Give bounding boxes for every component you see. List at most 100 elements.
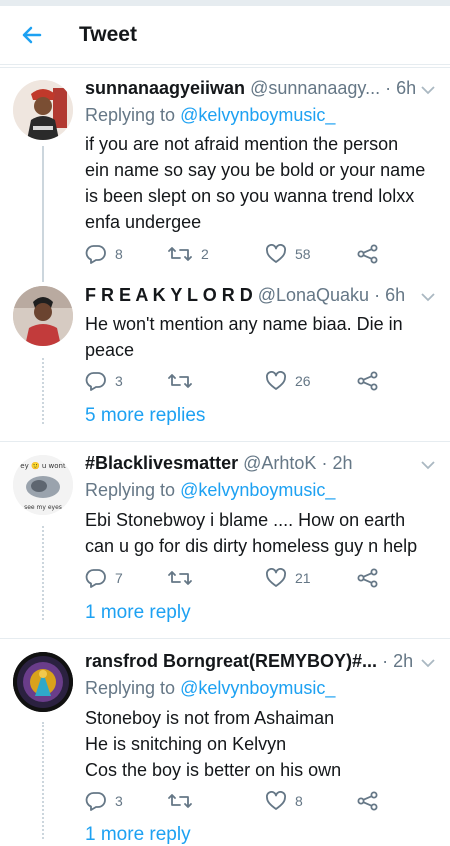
retweet-icon (168, 571, 192, 585)
mention-link[interactable]: @kelvynboymusic_ (180, 105, 335, 125)
mention-link[interactable]: @kelvynboymusic_ (180, 480, 335, 500)
timestamp[interactable]: 6h (396, 78, 416, 98)
share-icon (357, 791, 378, 811)
avatar-image (13, 80, 73, 140)
user-handle[interactable]: @LonaQuaku (258, 285, 369, 305)
avatar-image (13, 652, 73, 712)
reply-button[interactable]: 3 (85, 789, 123, 813)
tweet-text-line: if you are not afraid mention the person (85, 134, 399, 154)
user-handle[interactable]: @ArhtoK (243, 453, 316, 473)
thread-line (42, 146, 44, 282)
heart-icon (266, 791, 286, 810)
user-handle[interactable]: @sunnanaagy... (250, 78, 380, 98)
reply-icon (85, 792, 106, 811)
chevron-down-icon[interactable] (420, 459, 436, 471)
replying-to: Replying to @kelvynboymusic_ (85, 105, 335, 126)
timestamp[interactable]: 6h (385, 285, 405, 305)
separator-dot: · (382, 651, 389, 671)
arrow-left-icon (22, 26, 42, 44)
replying-to: Replying to @kelvynboymusic_ (85, 678, 335, 699)
display-name[interactable]: ransfrod Borngreat(REMYBOY)#... (85, 651, 377, 671)
share-icon (357, 371, 378, 391)
more-replies-link[interactable]: 5 more replies (85, 405, 205, 427)
tweet-text-line: peace (85, 340, 135, 360)
replying-to-label: Replying to (85, 480, 176, 500)
avatar[interactable] (13, 652, 73, 712)
tweet-text-line: Ebi Stonebwoy i blame .... How on earth (85, 510, 406, 530)
retweet-icon (168, 374, 192, 388)
reply-button[interactable]: 8 (85, 242, 123, 266)
share-button[interactable] (357, 242, 387, 266)
chevron-down-icon[interactable] (420, 291, 436, 303)
mention-link[interactable]: @kelvynboymusic_ (180, 678, 335, 698)
avatar[interactable]: ey 🙂 u wont • see my eyes • (13, 455, 73, 515)
reply-button[interactable]: 7 (85, 566, 123, 590)
tweet-text-line: Stoneboy is not from Ashaiman (85, 708, 335, 728)
separator-dot: · (385, 78, 392, 98)
reply-icon (85, 569, 106, 588)
tweet-text-line: ein name so say you be bold or your name (85, 160, 426, 180)
divider (0, 441, 450, 442)
tweet-text-line: enfa undergee (85, 212, 202, 232)
avatar[interactable] (13, 80, 73, 140)
tweet-header: #Blacklivesmatter @ArhtoK · 2h (85, 453, 353, 477)
tweet-text: He won't mention any name biaa. Die in p… (85, 311, 435, 363)
like-count: 21 (295, 570, 311, 586)
like-button[interactable]: 21 (265, 566, 311, 590)
tweet-actions: 7 21 (85, 566, 405, 590)
chevron-down-icon[interactable] (420, 657, 436, 669)
more-replies-link[interactable]: 1 more reply (85, 824, 191, 846)
retweet-count: 2 (201, 246, 209, 262)
tweet-text: Ebi Stonebwoy i blame .... How on earth … (85, 507, 435, 559)
like-count: 8 (295, 793, 303, 809)
like-button[interactable]: 58 (265, 242, 311, 266)
reply-count: 7 (115, 570, 123, 586)
tweet-text-line: can u go for dis dirty homeless guy n he… (85, 536, 418, 556)
reply-count: 3 (115, 373, 123, 389)
avatar-caption-top: ey 🙂 u wont (20, 461, 66, 470)
tweet-text: Stoneboy is not from Ashaiman He is snit… (85, 705, 435, 783)
like-button[interactable]: 8 (265, 789, 303, 813)
heart-icon (266, 371, 286, 390)
retweet-button[interactable]: 2 (167, 242, 209, 266)
retweet-button[interactable] (167, 789, 201, 813)
more-replies-link[interactable]: 1 more reply (85, 602, 191, 624)
avatar-caption-bottom: • see my eyes • (19, 504, 68, 511)
tweet-text: if you are not afraid mention the person… (85, 131, 435, 235)
avatar[interactable] (13, 286, 73, 346)
tweet-actions: 3 26 (85, 369, 405, 393)
divider (0, 67, 450, 68)
reply-icon (85, 245, 106, 264)
reply-icon (85, 372, 106, 391)
display-name[interactable]: F R E A K Y L O R D (85, 285, 253, 305)
tweet-text-line: Cos the boy is better on his own (85, 760, 342, 780)
chevron-down-icon[interactable] (420, 84, 436, 96)
retweet-icon (168, 247, 192, 261)
tweet-actions: 8 2 58 (85, 242, 405, 266)
share-button[interactable] (357, 566, 387, 590)
display-name[interactable]: sunnanaagyeiiwan (85, 78, 245, 98)
replying-to-label: Replying to (85, 105, 176, 125)
reply-button[interactable]: 3 (85, 369, 123, 393)
like-button[interactable]: 26 (265, 369, 311, 393)
tweet-text-line: He won't mention any name biaa. Die in (85, 314, 403, 334)
timestamp[interactable]: 2h (332, 453, 352, 473)
replying-to-label: Replying to (85, 678, 176, 698)
retweet-button[interactable] (167, 566, 201, 590)
like-count: 26 (295, 373, 311, 389)
retweet-button[interactable] (167, 369, 201, 393)
display-name[interactable]: #Blacklivesmatter (85, 453, 238, 473)
tweet-header: sunnanaagyeiiwan @sunnanaagy... · 6h (85, 78, 416, 102)
timestamp[interactable]: 2h (393, 651, 413, 671)
share-button[interactable] (357, 789, 387, 813)
replying-to: Replying to @kelvynboymusic_ (85, 480, 335, 501)
like-count: 58 (295, 246, 311, 262)
heart-icon (266, 568, 286, 587)
share-button[interactable] (357, 369, 387, 393)
divider (0, 638, 450, 639)
back-button[interactable] (16, 22, 46, 48)
avatar-image: ey 🙂 u wont • see my eyes • (13, 455, 73, 515)
thread-dotted-line (42, 526, 46, 620)
app-header: Tweet (0, 6, 450, 65)
thread-dotted-line (42, 358, 46, 424)
